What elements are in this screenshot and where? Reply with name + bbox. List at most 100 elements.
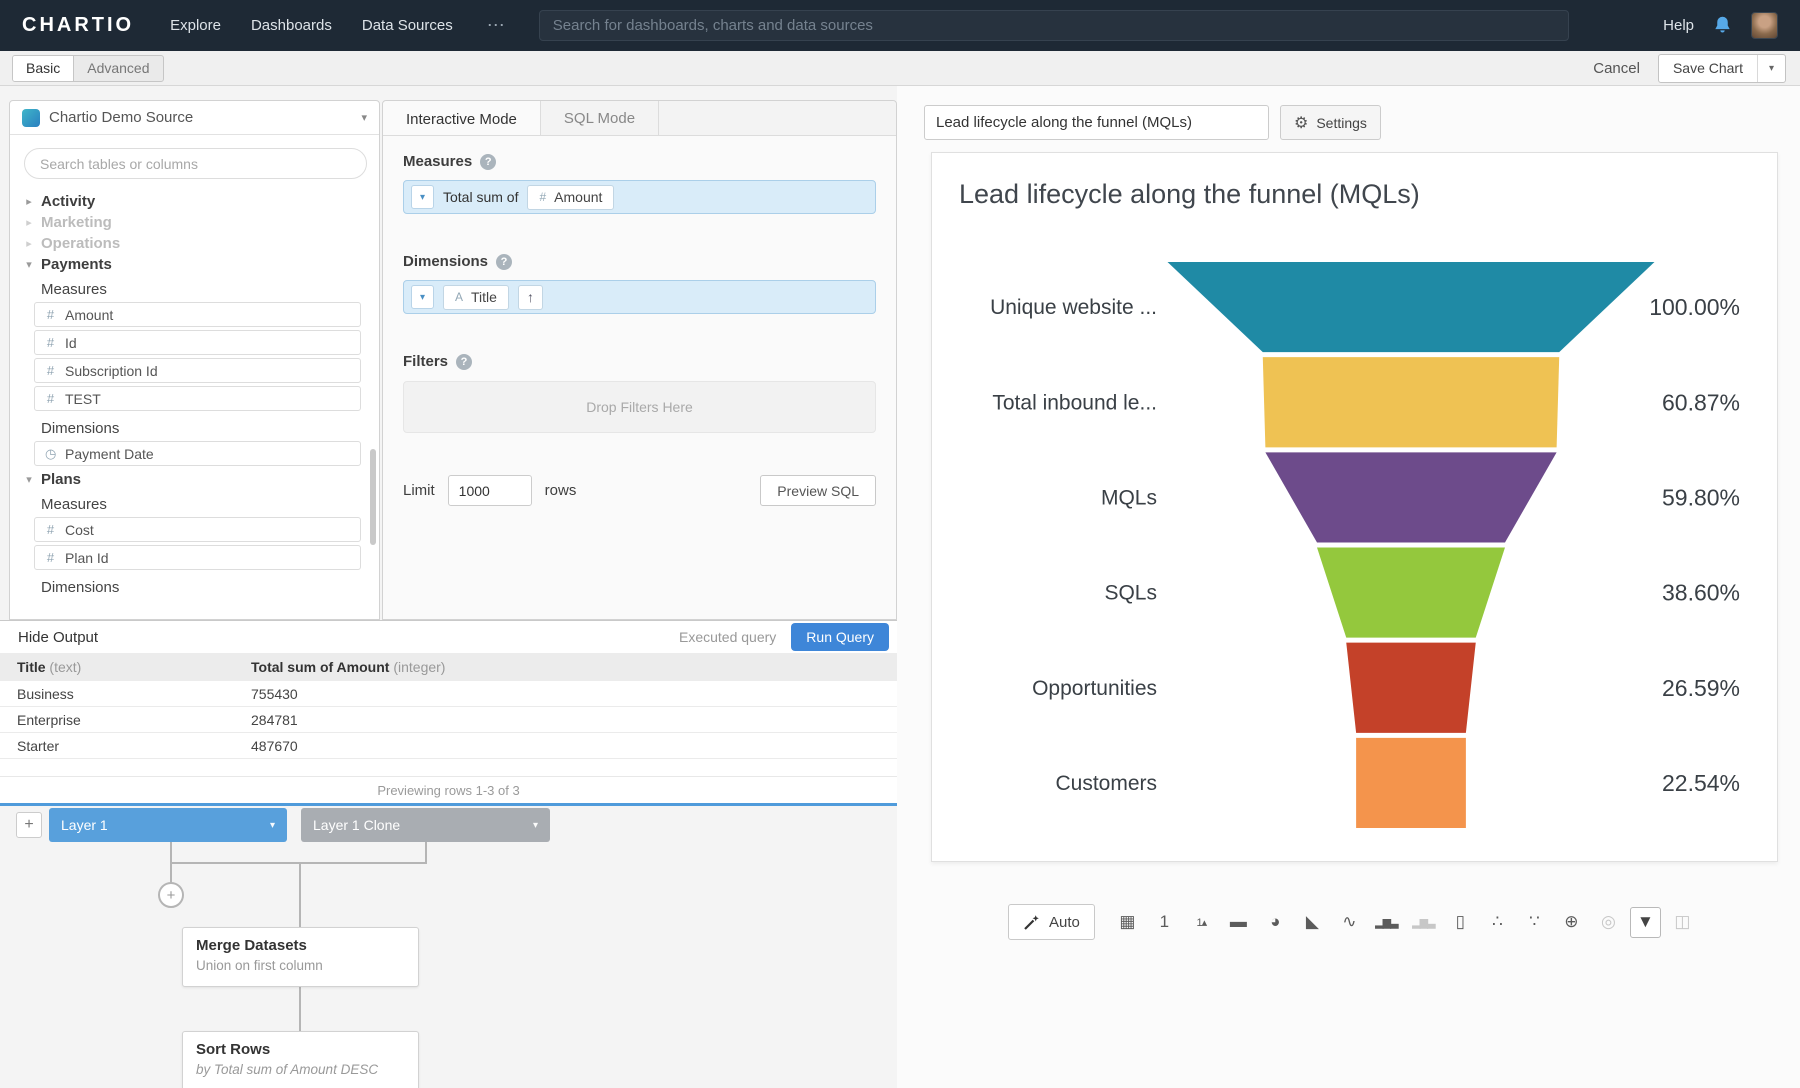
step-merge-datasets[interactable]: Merge Datasets Union on first column: [182, 927, 419, 987]
tree-group-operations[interactable]: ▸Operations: [10, 233, 379, 254]
funnel-chart-icon[interactable]: ▼: [1630, 907, 1661, 938]
chevron-down-icon[interactable]: ▾: [270, 820, 275, 831]
nav-explore[interactable]: Explore: [170, 17, 221, 34]
step-sort-rows[interactable]: Sort Rows by Total sum of Amount DESC: [182, 1031, 419, 1088]
settings-label: Settings: [1316, 115, 1367, 131]
tree-group-payments[interactable]: ▾Payments: [10, 254, 379, 275]
step-subtitle: by Total sum of Amount DESC: [196, 1062, 405, 1077]
chart-title-input[interactable]: [924, 105, 1269, 140]
tree-item-test[interactable]: #TEST: [34, 386, 361, 411]
help-icon[interactable]: ?: [496, 254, 512, 270]
funnel-segment-2[interactable]: [1263, 357, 1559, 447]
table-row[interactable]: Enterprise284781: [0, 707, 897, 733]
scatter-chart-icon[interactable]: ∴: [1482, 907, 1513, 938]
measure-field-name: Amount: [554, 189, 602, 205]
settings-button[interactable]: ⚙ Settings: [1280, 105, 1381, 140]
tree-item-plan-id[interactable]: #Plan Id: [34, 545, 361, 570]
funnel-segment-6[interactable]: [1356, 738, 1466, 828]
sort-ascending-icon[interactable]: ↑: [518, 285, 543, 310]
measure-field-token[interactable]: # Amount: [527, 185, 614, 210]
chevron-down-icon[interactable]: ▾: [411, 185, 434, 209]
area-chart-icon[interactable]: ◣: [1297, 907, 1328, 938]
global-search-input[interactable]: [539, 10, 1569, 41]
tree-item-subscription-id[interactable]: #Subscription Id: [34, 358, 361, 383]
table-row[interactable]: Starter487670: [0, 733, 897, 759]
pie-chart-icon[interactable]: ◕: [1260, 907, 1291, 938]
single-value-chart-icon[interactable]: 1: [1149, 907, 1180, 938]
bullet-chart-icon[interactable]: ▬: [1223, 907, 1254, 938]
tree-item-cost[interactable]: #Cost: [34, 517, 361, 542]
help-link[interactable]: Help: [1663, 17, 1694, 34]
advanced-mode-button[interactable]: Advanced: [74, 56, 162, 81]
tree-group-marketing[interactable]: ▸Marketing: [10, 212, 379, 233]
auto-chart-button[interactable]: Auto: [1008, 904, 1095, 940]
data-source-panel: Chartio Demo Source ▾ ▸Activity▸Marketin…: [9, 100, 380, 620]
top-navbar: CHARTIO Explore Dashboards Data Sources …: [0, 0, 1800, 51]
column-name: Title: [17, 659, 46, 675]
layer-tab-label: Layer 1: [61, 817, 108, 833]
notifications-bell-icon[interactable]: [1712, 15, 1733, 36]
more-menu-icon[interactable]: ⋯: [487, 15, 505, 36]
cancel-button[interactable]: Cancel: [1593, 60, 1640, 77]
filters-drop-zone[interactable]: Drop Filters Here: [403, 381, 876, 433]
chevron-down-icon[interactable]: ▾: [533, 820, 538, 831]
auto-label: Auto: [1049, 914, 1080, 931]
scrollbar[interactable]: [370, 449, 376, 545]
tree-group-label: Operations: [41, 235, 120, 252]
layer-tab-layer-1[interactable]: Layer 1 ▾: [49, 808, 287, 842]
bubble-chart-icon[interactable]: ∵: [1519, 907, 1550, 938]
add-step-button[interactable]: +: [158, 882, 184, 908]
tree-item-id[interactable]: #Id: [34, 330, 361, 355]
nav-data-sources[interactable]: Data Sources: [362, 17, 453, 34]
clock-icon: ◷: [45, 446, 56, 462]
source-selector[interactable]: Chartio Demo Source ▾: [10, 101, 379, 135]
help-icon[interactable]: ?: [480, 154, 496, 170]
table-tree: ▸Activity▸Marketing▸Operations▾PaymentsM…: [10, 183, 379, 600]
chartio-logo[interactable]: CHARTIO: [22, 14, 134, 37]
step-title: Sort Rows: [196, 1041, 405, 1058]
hide-output-link[interactable]: Hide Output: [18, 629, 98, 646]
tree-item-label: Plan Id: [65, 550, 109, 566]
tree-group-activity[interactable]: ▸Activity: [10, 191, 379, 212]
chart-preview-panel: ⚙ Settings Lead lifecycle along the funn…: [897, 86, 1800, 1088]
avatar[interactable]: [1751, 12, 1778, 39]
dimension-pill[interactable]: ▾ A Title ↑: [403, 280, 876, 314]
funnel-segment-3[interactable]: [1265, 452, 1556, 542]
flow-connector: [299, 987, 301, 1031]
table-search-input[interactable]: [24, 148, 367, 179]
dimension-field-token[interactable]: A Title: [443, 285, 509, 310]
table-chart-icon[interactable]: ▦: [1112, 907, 1143, 938]
tab-sql-mode[interactable]: SQL Mode: [541, 101, 659, 135]
aggregation-label[interactable]: Total sum of: [443, 189, 518, 205]
column-chart-icon[interactable]: ▂▆▃: [1371, 907, 1402, 938]
tree-item-label: Id: [65, 335, 77, 351]
chevron-down-icon[interactable]: ▾: [1758, 55, 1785, 82]
help-icon[interactable]: ?: [456, 354, 472, 370]
tree-item-amount[interactable]: #Amount: [34, 302, 361, 327]
filters-label: Filters: [403, 353, 448, 370]
funnel-segment-5[interactable]: [1346, 643, 1475, 733]
preview-sql-button[interactable]: Preview SQL: [760, 475, 876, 506]
measure-pill[interactable]: ▾ Total sum of # Amount: [403, 180, 876, 214]
layer-tab-layer-1-clone[interactable]: Layer 1 Clone ▾: [301, 808, 550, 842]
tree-group-plans[interactable]: ▾Plans: [10, 469, 379, 490]
basic-mode-button[interactable]: Basic: [13, 56, 74, 81]
add-layer-button[interactable]: +: [16, 812, 42, 838]
chevron-down-icon[interactable]: ▾: [411, 285, 434, 309]
funnel-segment-1[interactable]: [1168, 262, 1655, 352]
query-builder-panel: Interactive Mode SQL Mode Measures ? ▾ T…: [382, 100, 897, 620]
output-bar: Hide Output Executed query Run Query: [0, 621, 897, 653]
tree-item-payment-date[interactable]: ◷Payment Date: [34, 441, 361, 466]
single-value-indicator-chart-icon[interactable]: 1▴: [1186, 907, 1217, 938]
chart-title: Lead lifecycle along the funnel (MQLs): [959, 179, 1420, 210]
funnel-segment-4[interactable]: [1317, 548, 1505, 638]
line-chart-icon[interactable]: ∿: [1334, 907, 1365, 938]
nav-dashboards[interactable]: Dashboards: [251, 17, 332, 34]
map-chart-icon[interactable]: ⊕: [1556, 907, 1587, 938]
tab-interactive-mode[interactable]: Interactive Mode: [383, 101, 541, 136]
limit-input[interactable]: [448, 475, 532, 506]
run-query-button[interactable]: Run Query: [791, 623, 889, 651]
table-row[interactable]: Business755430: [0, 681, 897, 707]
gauge-chart-icon[interactable]: ▯: [1445, 907, 1476, 938]
save-chart-button[interactable]: Save Chart: [1659, 55, 1758, 82]
